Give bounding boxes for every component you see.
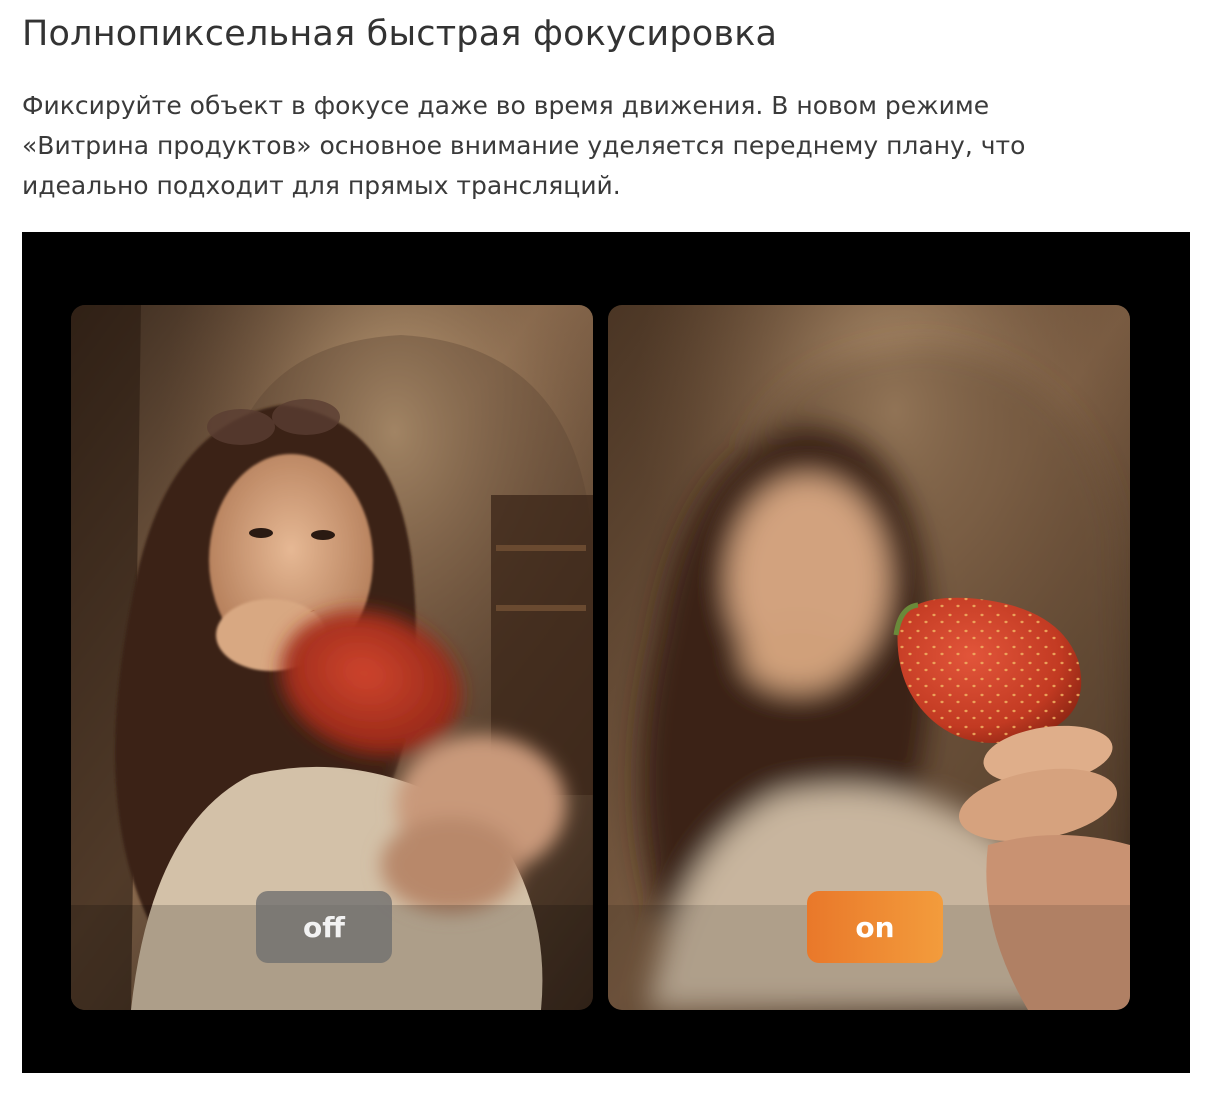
- focus-comparison-frame: off on: [22, 232, 1190, 1073]
- comparison-panel-on: on: [608, 305, 1130, 1010]
- section-heading: Полнопиксельная быстрая фокусировка: [22, 14, 778, 54]
- description-line-2: «Витрина продуктов» основное внимание уд…: [22, 131, 1026, 160]
- focus-on-button[interactable]: on: [807, 891, 943, 963]
- description-line-1: Фиксируйте объект в фокусе даже во время…: [22, 91, 990, 120]
- section-description: Фиксируйте объект в фокусе даже во время…: [22, 86, 1202, 206]
- comparison-panel-off: off: [71, 305, 593, 1010]
- description-line-3: идеально подходит для прямых трансляций.: [22, 171, 621, 200]
- focus-off-button[interactable]: off: [256, 891, 392, 963]
